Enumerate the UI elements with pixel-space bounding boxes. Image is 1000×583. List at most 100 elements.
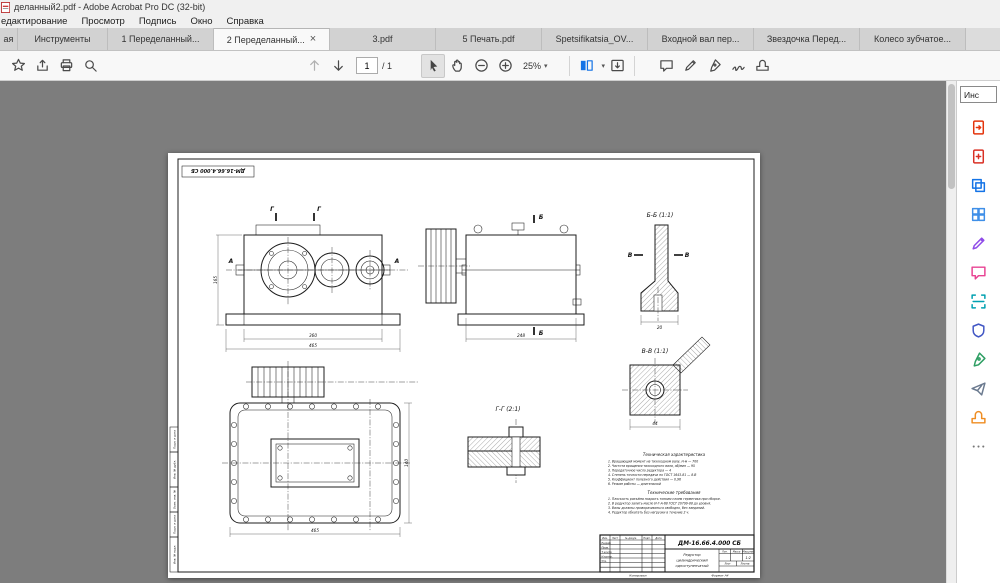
page-view-icon[interactable]: [575, 54, 599, 78]
engineering-drawing: Инв. № подл. Подп. и дата Взам. инв. № И…: [168, 153, 760, 578]
document-area[interactable]: Инв. № подл. Подп. и дата Взам. инв. № И…: [0, 81, 946, 583]
comment-tool-icon[interactable]: [970, 263, 988, 281]
scan-ocr-icon[interactable]: [970, 292, 988, 310]
select-tool-icon[interactable]: [421, 54, 445, 78]
zoom-in-icon[interactable]: [493, 54, 517, 78]
tb-col: Лист: [611, 537, 619, 540]
fill-sign-icon[interactable]: [970, 350, 988, 368]
hand-tool-icon[interactable]: [445, 54, 469, 78]
section-label-gg: Г-Г (2:1): [495, 406, 520, 413]
margin-label: Взам. инв. №: [173, 490, 177, 509]
tab-label: Колесо зубчатое...: [874, 34, 951, 44]
section-vv: В-В (1:1) 44: [622, 337, 710, 430]
dimension: 44: [652, 421, 658, 426]
reading-mode-icon[interactable]: [605, 54, 629, 78]
tab-doc-gear-wheel[interactable]: Колесо зубчатое...: [860, 28, 966, 50]
tab-label: Spetsifikatsia_OV...: [556, 34, 634, 44]
tab-tools[interactable]: Инструменты: [18, 28, 108, 50]
more-tools-icon[interactable]: [970, 437, 988, 455]
acrobat-window: деланный2.pdf - Adobe Acrobat Pro DC (32…: [0, 0, 1000, 583]
tb-part-name: цилиндрический: [676, 559, 708, 563]
organize-pages-icon[interactable]: [970, 205, 988, 223]
tech-line: 3. Валы должны проворачиваться свободно,…: [608, 506, 705, 510]
zoom-level-dropdown[interactable]: 25% ▾: [517, 57, 554, 75]
tab-doc-spetsifikatsia[interactable]: Spetsifikatsia_OV...: [542, 28, 648, 50]
dimension: 248: [517, 333, 525, 338]
tech-line: 4. Редуктор обкатать без нагрузки в тече…: [608, 511, 689, 515]
tb-lit: Лит.: [721, 550, 728, 553]
protect-icon[interactable]: [970, 321, 988, 339]
title-block: Изм. Лист № докум. Подп. Дата Разраб. Пр…: [600, 535, 754, 572]
tab-home-partial[interactable]: ая: [0, 28, 18, 50]
favorites-star-icon[interactable]: [6, 54, 30, 78]
dimension: 165: [213, 276, 218, 284]
dimension: 465: [309, 343, 317, 348]
tb-row: Разраб.: [602, 541, 612, 545]
dimension: 140: [404, 459, 409, 467]
section-mark-b: Б: [539, 330, 544, 337]
window-title: деланный2.pdf - Adobe Acrobat Pro DC (32…: [14, 2, 205, 12]
view-mark-a: А: [228, 258, 234, 265]
tech-req-title: Технические требования: [648, 490, 702, 495]
page-number-input[interactable]: [356, 57, 378, 74]
menu-item-sign[interactable]: Подпись: [132, 16, 184, 27]
tb-col: Подп.: [643, 537, 650, 540]
footer-format: Формат А4: [711, 574, 728, 578]
tech-line: 1. Плоскость разъёма покрыть тонким слое…: [608, 497, 721, 501]
fill-sign-pen-icon[interactable]: [702, 54, 726, 78]
tb-document-code: ДМ-16.66.4.000 СБ: [677, 541, 741, 547]
tb-part-name: одноступенчатый: [675, 564, 709, 568]
export-pdf-icon[interactable]: [970, 118, 988, 136]
menu-item-help[interactable]: Справка: [220, 16, 271, 27]
tab-label: Инструменты: [34, 34, 90, 44]
section-mark-v: В: [685, 252, 690, 259]
page-up-icon[interactable]: [302, 54, 326, 78]
send-for-comments-icon[interactable]: [970, 379, 988, 397]
share-icon[interactable]: [30, 54, 54, 78]
tools-icon-list: [957, 105, 1000, 455]
tab-doc-sprocket[interactable]: Звездочка Перед...: [754, 28, 860, 50]
section-mark-b: Б: [539, 214, 544, 221]
print-icon[interactable]: [54, 54, 78, 78]
technical-text: Техническая характеристика 1. Вращающий …: [608, 452, 721, 515]
toolbar-divider: [569, 56, 570, 76]
tech-line: 1. Вращающий момент на тихоходном валу, …: [608, 460, 698, 464]
close-tab-icon[interactable]: ×: [310, 34, 316, 45]
section-bb: Б-Б (1:1) В В 20: [628, 212, 690, 330]
menu-item-view[interactable]: Просмотр: [74, 16, 131, 27]
plan-view: 465 140: [222, 361, 418, 537]
combine-files-icon[interactable]: [970, 176, 988, 194]
main-toolbar: / 1 25% ▾ ▾: [0, 51, 1000, 81]
tb-scale-value: 1:2: [745, 556, 750, 560]
page-down-icon[interactable]: [326, 54, 350, 78]
search-icon[interactable]: [78, 54, 102, 78]
tab-doc-input-shaft[interactable]: Входной вал пер...: [648, 28, 754, 50]
menu-item-edit[interactable]: едактирование: [0, 16, 74, 27]
stamp-icon[interactable]: [750, 54, 774, 78]
create-pdf-icon[interactable]: [970, 147, 988, 165]
margin-label: Инв. № подл.: [173, 545, 177, 564]
comment-icon[interactable]: [654, 54, 678, 78]
scrollbar-thumb[interactable]: [948, 84, 955, 189]
edit-pdf-icon[interactable]: [970, 234, 988, 252]
zoom-out-icon[interactable]: [469, 54, 493, 78]
tab-doc-2-active[interactable]: 2 Переделанный... ×: [214, 28, 330, 50]
page-count-label: / 1: [382, 61, 392, 71]
tools-search-text: Инс: [964, 90, 979, 100]
tools-search-input[interactable]: Инс: [960, 86, 997, 103]
signature-icon[interactable]: [726, 54, 750, 78]
tab-label: 2 Переделанный...: [227, 35, 305, 45]
menu-item-window[interactable]: Окно: [183, 16, 219, 27]
margin-label: Подп. и дата: [173, 430, 177, 449]
tab-doc-3[interactable]: 3.pdf: [330, 28, 436, 50]
edit-pen-icon[interactable]: [678, 54, 702, 78]
tab-doc-5-print[interactable]: 5 Печать.pdf: [436, 28, 542, 50]
tab-label: 1 Переделанный...: [122, 34, 200, 44]
tb-sheets: Листов: [740, 563, 751, 566]
tab-doc-1[interactable]: 1 Переделанный...: [108, 28, 214, 50]
main-area: Инв. № подл. Подп. и дата Взам. инв. № И…: [0, 81, 1000, 583]
stamp-tool-icon[interactable]: [970, 408, 988, 426]
tech-line: 2. Частота вращения тихоходного вала, об…: [608, 464, 695, 468]
vertical-scrollbar[interactable]: [946, 81, 956, 583]
titlebar: деланный2.pdf - Adobe Acrobat Pro DC (32…: [0, 0, 1000, 14]
